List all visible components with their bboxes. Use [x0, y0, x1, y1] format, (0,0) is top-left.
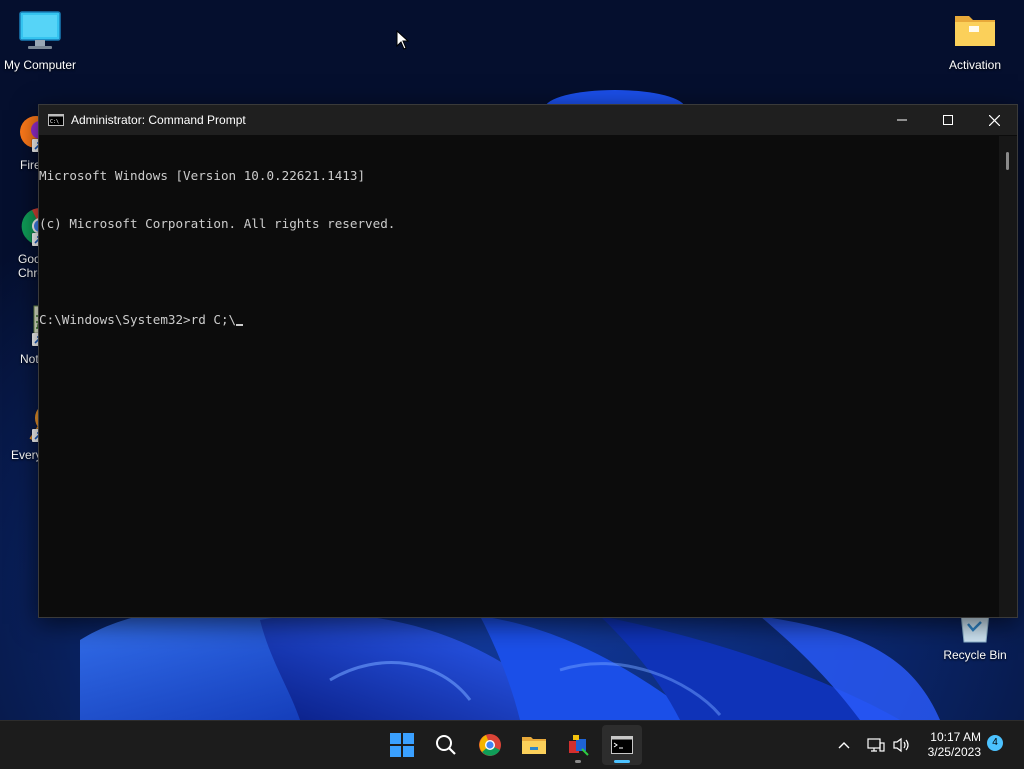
console-line: (c) Microsoft Corporation. All rights re…: [39, 216, 396, 231]
maximize-button[interactable]: [925, 105, 971, 135]
taskbar-file-explorer-button[interactable]: [514, 725, 554, 765]
text-cursor: [236, 324, 244, 326]
running-indicator: [575, 760, 581, 763]
command-prompt-icon: [611, 736, 633, 754]
svg-text:C:\: C:\: [50, 119, 59, 125]
search-icon: [436, 735, 456, 755]
taskbar-app-button[interactable]: [558, 725, 598, 765]
console-command: C:\Windows\System32>rd C;\: [39, 312, 237, 327]
desktop-icon-label: My Computer: [3, 58, 77, 72]
clock-date: 3/25/2023: [927, 745, 981, 759]
scrollbar-thumb[interactable]: [1006, 152, 1009, 170]
mouse-pointer-icon: [396, 30, 410, 50]
taskbar-command-prompt-button[interactable]: [602, 725, 642, 765]
volume-button[interactable]: [888, 725, 916, 765]
notification-badge[interactable]: 4: [987, 735, 1003, 751]
show-hidden-icons-button[interactable]: [826, 725, 862, 765]
desktop-icon-my-computer[interactable]: My Computer: [0, 10, 80, 72]
network-icon: [867, 738, 885, 752]
minimize-icon: [897, 119, 907, 121]
desktop-icon-label: Activation: [948, 58, 1002, 72]
taskbar-chrome-button[interactable]: [470, 725, 510, 765]
clock-time: 10:17 AM: [930, 730, 981, 744]
command-prompt-icon: C:\: [48, 114, 64, 126]
folder-icon: [953, 10, 997, 54]
desktop-icon-label: Recycle Bin: [943, 648, 1007, 662]
console-output[interactable]: Microsoft Windows [Version 10.0.22621.14…: [39, 136, 999, 617]
window-titlebar[interactable]: C:\ Administrator: Command Prompt: [39, 105, 1017, 135]
command-prompt-window[interactable]: C:\ Administrator: Command Prompt Micros…: [38, 104, 1018, 618]
desktop-icon-activation[interactable]: Activation: [935, 10, 1015, 72]
chevron-up-icon: [838, 742, 850, 749]
close-icon: [988, 114, 1000, 126]
file-explorer-icon: [522, 737, 546, 754]
computer-icon: [18, 10, 62, 54]
network-button[interactable]: [862, 725, 890, 765]
window-title: Administrator: Command Prompt: [71, 113, 246, 127]
start-button[interactable]: [382, 725, 422, 765]
speaker-icon: [893, 737, 909, 753]
app-icon: [569, 735, 589, 756]
vertical-scrollbar[interactable]: [999, 136, 1017, 617]
minimize-button[interactable]: [879, 105, 925, 135]
close-button[interactable]: [971, 105, 1017, 135]
taskbar: 10:17 AM 3/25/2023: [0, 720, 1024, 769]
active-indicator: [614, 760, 630, 763]
windows-start-icon: [390, 733, 414, 757]
system-clock[interactable]: 10:17 AM 3/25/2023: [928, 730, 981, 760]
maximize-icon: [943, 115, 953, 125]
console-input-line[interactable]: C:\Windows\System32>rd C;\: [39, 312, 999, 328]
console-line: Microsoft Windows [Version 10.0.22621.14…: [39, 168, 366, 183]
search-button[interactable]: [426, 725, 466, 765]
chrome-icon: [479, 734, 501, 756]
